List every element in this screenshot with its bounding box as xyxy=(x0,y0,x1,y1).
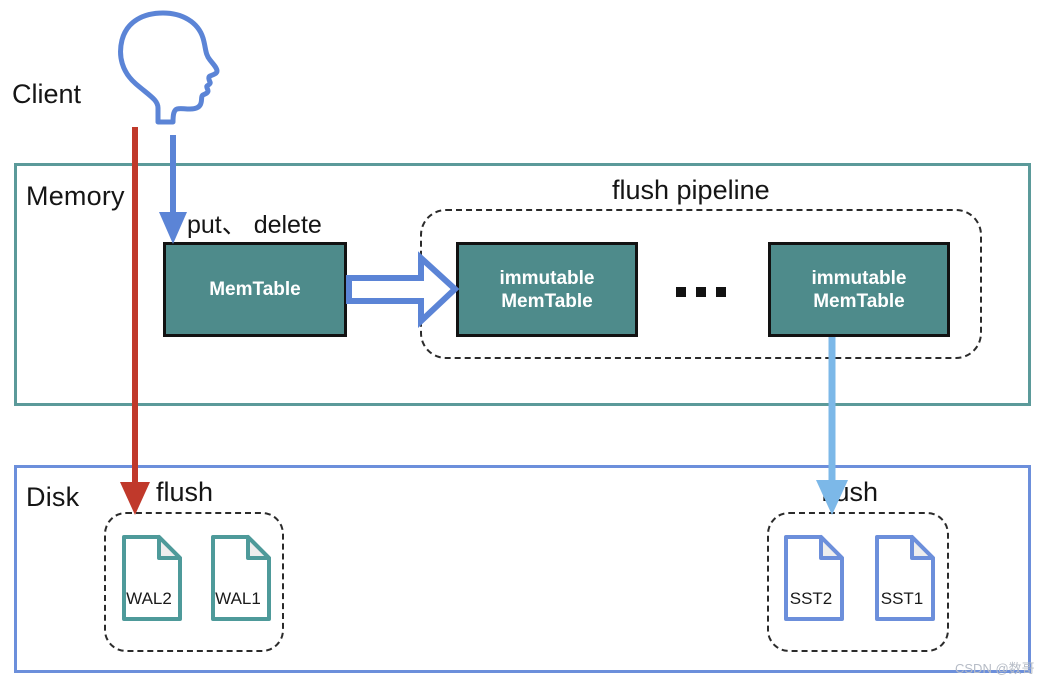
memory-region-label: Memory xyxy=(26,181,125,211)
wal-file-label-1: WAL1 xyxy=(215,589,261,608)
flush-label-sst: flush xyxy=(821,477,879,507)
watermark: CSDN @数哥 xyxy=(955,661,1035,676)
sst-file-label-1: SST1 xyxy=(880,589,924,608)
sst-file-label-2: SST2 xyxy=(789,589,833,608)
put-delete-label: put、 delete xyxy=(187,211,322,239)
flush-label-wal: flush xyxy=(156,477,214,507)
flush-pipeline-label: flush pipeline xyxy=(612,175,770,205)
client-label: Client xyxy=(12,79,82,109)
disk-region-label: Disk xyxy=(26,482,80,512)
memtable-box[interactable]: MemTable xyxy=(163,242,347,337)
diagram-canvas: Memory Disk Client flush pipeline MemTab… xyxy=(0,0,1046,683)
immutable-memtable-box-1[interactable]: immutable MemTable xyxy=(456,242,638,337)
head-profile-icon xyxy=(106,10,231,125)
wal-file-label-2: WAL2 xyxy=(126,589,172,608)
pipeline-ellipsis-icon xyxy=(676,287,726,297)
immutable-memtable-box-2[interactable]: immutable MemTable xyxy=(768,242,950,337)
